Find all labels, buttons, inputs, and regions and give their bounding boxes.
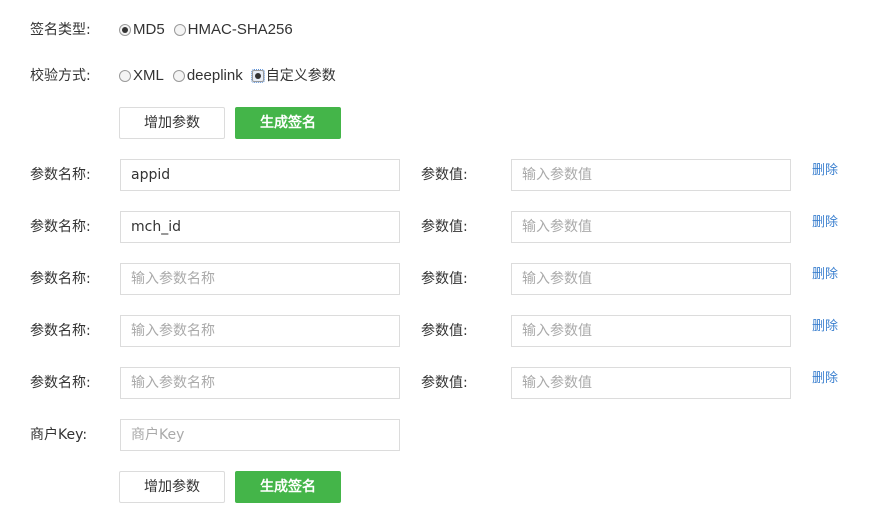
verify-method-options: XML deeplink 自定义参数 <box>119 66 345 86</box>
deeplink-radio[interactable] <box>172 70 185 82</box>
custom-param-option-label: 自定义参数 <box>265 68 336 84</box>
custom-param-radio[interactable] <box>250 69 265 83</box>
delete-param-link[interactable]: 删除 <box>812 369 838 389</box>
param-value-input[interactable] <box>511 211 791 243</box>
verify-xml-option[interactable]: XML <box>119 66 164 86</box>
param-name-input[interactable] <box>120 211 400 243</box>
generate-sign-button-bottom[interactable]: 生成签名 <box>235 471 341 503</box>
param-value-input[interactable] <box>511 159 791 191</box>
verify-deeplink-option[interactable]: deeplink <box>172 66 243 86</box>
hmac-sha256-option-label: HMAC-SHA256 <box>187 21 293 38</box>
merchant-key-input[interactable] <box>120 419 400 451</box>
add-param-button-top[interactable]: 增加参数 <box>119 107 225 139</box>
delete-param-link[interactable]: 删除 <box>812 265 838 285</box>
param-value-input[interactable] <box>511 315 791 347</box>
param-name-input[interactable] <box>120 263 400 295</box>
param-value-label: 参数值: <box>421 219 468 235</box>
generate-sign-button-top[interactable]: 生成签名 <box>235 107 341 139</box>
param-value-label: 参数值: <box>421 271 468 287</box>
param-name-label: 参数名称: <box>30 219 91 235</box>
param-name-input[interactable] <box>120 315 400 347</box>
param-name-label: 参数名称: <box>30 375 91 391</box>
param-name-label: 参数名称: <box>30 323 91 339</box>
sign-type-md5-option[interactable]: MD5 <box>119 20 165 40</box>
deeplink-option-label: deeplink <box>186 67 243 84</box>
param-name-input[interactable] <box>120 367 400 399</box>
param-value-label: 参数值: <box>421 167 468 183</box>
param-value-label: 参数值: <box>421 323 468 339</box>
add-param-button-bottom[interactable]: 增加参数 <box>119 471 225 503</box>
sign-type-options: MD5 HMAC-SHA256 <box>119 20 302 40</box>
sign-type-label: 签名类型: <box>30 22 91 38</box>
xml-option-label: XML <box>133 67 164 84</box>
param-name-label: 参数名称: <box>30 271 91 287</box>
verify-method-label: 校验方式: <box>30 68 91 84</box>
sign-type-hmac-option[interactable]: HMAC-SHA256 <box>173 20 293 40</box>
verify-custom-param-option[interactable]: 自定义参数 <box>250 66 336 86</box>
md5-option-label: MD5 <box>133 21 165 38</box>
param-name-label: 参数名称: <box>30 167 91 183</box>
delete-param-link[interactable]: 删除 <box>812 213 838 233</box>
xml-radio[interactable] <box>119 70 131 82</box>
param-name-input[interactable] <box>120 159 400 191</box>
delete-param-link[interactable]: 删除 <box>812 161 838 181</box>
merchant-key-label: 商户Key: <box>30 427 88 443</box>
param-value-input[interactable] <box>511 367 791 399</box>
md5-radio[interactable] <box>119 24 131 36</box>
param-value-label: 参数值: <box>421 375 468 391</box>
param-value-input[interactable] <box>511 263 791 295</box>
sign-tool-form: 签名类型: MD5 HMAC-SHA256 校验方式: XML deeplink <box>0 0 882 517</box>
delete-param-link[interactable]: 删除 <box>812 317 838 337</box>
hmac-sha256-radio[interactable] <box>173 24 186 36</box>
